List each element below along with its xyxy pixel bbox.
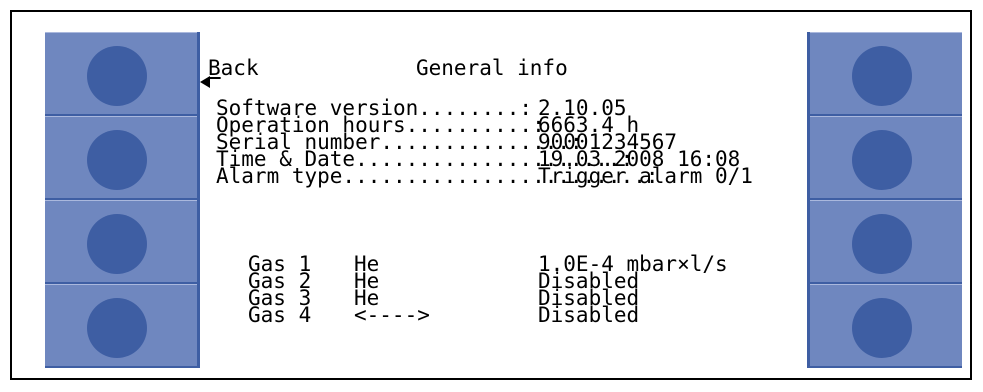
left-softkey-column	[45, 32, 200, 368]
button-knob-icon	[852, 214, 912, 274]
left-softkey-3[interactable]	[45, 200, 197, 284]
back-label-rest: ack	[220, 56, 259, 80]
left-softkey-1[interactable]	[45, 32, 197, 116]
back-link[interactable]: Back	[208, 58, 259, 79]
display-screen: Back General info Software version......…	[200, 32, 807, 368]
button-knob-icon	[852, 130, 912, 190]
right-softkey-column	[807, 32, 962, 368]
right-softkey-1[interactable]	[810, 32, 962, 116]
left-softkey-2[interactable]	[45, 116, 197, 200]
gas-4-value: Disabled	[538, 303, 640, 327]
button-knob-icon	[87, 214, 147, 274]
button-knob-icon	[87, 46, 147, 106]
button-knob-icon	[852, 298, 912, 358]
page-title: General info	[416, 56, 568, 80]
back-label-hotkey: B	[208, 56, 221, 80]
gas-4-type: <---->	[354, 303, 430, 327]
info-value-alarm-type: Trigger alarm 0/1	[538, 164, 753, 188]
button-knob-icon	[87, 298, 147, 358]
button-knob-icon	[87, 130, 147, 190]
left-softkey-4[interactable]	[45, 284, 197, 368]
device-frame: Back General info Software version......…	[10, 10, 972, 380]
right-softkey-4[interactable]	[810, 284, 962, 368]
control-panel: Back General info Software version......…	[45, 32, 962, 368]
button-knob-icon	[852, 46, 912, 106]
gas-4-name: Gas 4	[248, 303, 312, 327]
right-softkey-3[interactable]	[810, 200, 962, 284]
right-softkey-2[interactable]	[810, 116, 962, 200]
